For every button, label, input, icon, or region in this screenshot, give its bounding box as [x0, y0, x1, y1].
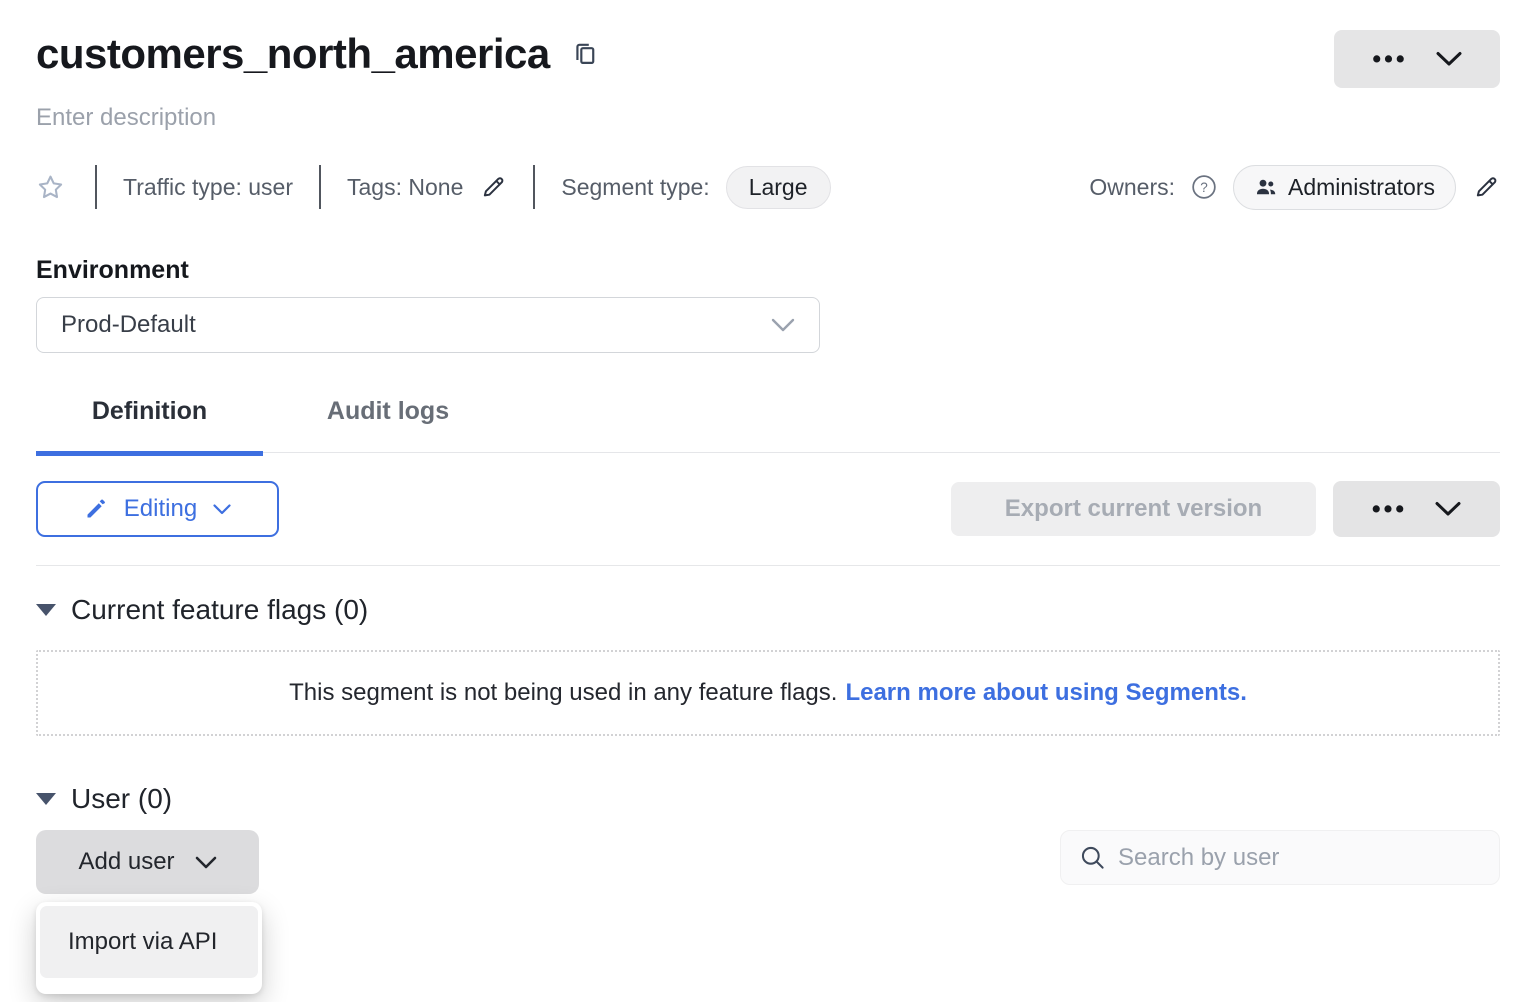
user-section-toggle[interactable]: User (0) — [36, 783, 1500, 815]
header-more-menu-button[interactable]: ••• — [1334, 30, 1500, 88]
export-current-version-button[interactable]: Export current version — [951, 482, 1316, 536]
tab-definition[interactable]: Definition — [36, 397, 263, 453]
pencil-icon — [1472, 173, 1500, 201]
add-user-dropdown-button[interactable]: Add user — [36, 830, 259, 894]
chevron-down-icon — [1435, 501, 1461, 517]
divider — [533, 165, 535, 209]
feature-flags-section-toggle[interactable]: Current feature flags (0) — [36, 594, 1500, 626]
divider — [36, 565, 1500, 566]
pencil-icon — [479, 173, 507, 201]
chevron-down-icon — [195, 856, 217, 869]
svg-text:?: ? — [1200, 180, 1208, 195]
tags-label: Tags: None — [347, 174, 463, 201]
environment-select[interactable]: Prod-Default — [36, 297, 820, 353]
page-title: customers_north_america — [36, 30, 550, 78]
owners-badge[interactable]: Administrators — [1233, 165, 1456, 210]
star-icon — [36, 173, 65, 202]
tab-bar: Definition Audit logs — [36, 397, 1500, 453]
search-icon — [1079, 844, 1106, 871]
edit-owners-button[interactable] — [1472, 173, 1500, 201]
owners-help-button[interactable]: ? — [1191, 174, 1217, 200]
caret-down-icon — [36, 793, 56, 805]
learn-more-link[interactable]: Learn more about using Segments. — [845, 679, 1246, 707]
description-field[interactable]: Enter description — [36, 104, 1500, 132]
pencil-icon — [84, 497, 108, 521]
editing-label: Editing — [124, 495, 197, 523]
caret-down-icon — [36, 604, 56, 616]
definition-more-menu-button[interactable]: ••• — [1333, 481, 1500, 537]
ellipsis-icon: ••• — [1372, 47, 1407, 72]
people-icon — [1254, 175, 1278, 199]
owners-value: Administrators — [1288, 174, 1435, 201]
editing-status-dropdown[interactable]: Editing — [36, 481, 279, 537]
owners-label: Owners: — [1089, 174, 1175, 201]
menu-item-import-via-api[interactable]: Import via API — [40, 906, 258, 978]
environment-label: Environment — [36, 256, 1500, 285]
chevron-down-icon — [771, 318, 795, 333]
add-user-dropdown-menu: Import via API — [36, 902, 262, 994]
copy-icon — [572, 39, 598, 69]
header: customers_north_america ••• — [36, 0, 1500, 88]
add-user-label: Add user — [78, 848, 174, 876]
favorite-star-button[interactable] — [36, 173, 65, 202]
traffic-type-label: Traffic type: user — [123, 174, 293, 201]
divider — [319, 165, 321, 209]
ellipsis-icon: ••• — [1372, 497, 1407, 522]
divider — [95, 165, 97, 209]
chevron-down-icon — [1436, 51, 1462, 67]
feature-flags-section-title: Current feature flags (0) — [71, 594, 368, 626]
environment-selected-value: Prod-Default — [61, 311, 196, 339]
definition-toolbar: Editing Export current version ••• — [36, 481, 1500, 537]
copy-name-button[interactable] — [572, 39, 598, 69]
user-section-controls: Add user Import via API — [36, 830, 1500, 894]
user-section-title: User (0) — [71, 783, 172, 815]
segment-type-label: Segment type: — [561, 174, 709, 201]
user-search-box — [1060, 830, 1500, 885]
meta-row: Traffic type: user Tags: None Segment ty… — [36, 164, 1500, 210]
empty-state-message: This segment is not being used in any fe… — [289, 679, 837, 707]
edit-tags-button[interactable] — [479, 173, 507, 201]
tab-audit-logs[interactable]: Audit logs — [263, 397, 513, 453]
help-icon: ? — [1191, 174, 1217, 200]
chevron-down-icon — [213, 504, 231, 515]
search-by-user-input[interactable] — [1118, 844, 1481, 872]
segment-type-badge: Large — [726, 166, 831, 209]
segment-detail-page: customers_north_america ••• Enter descri… — [0, 0, 1536, 1002]
feature-flags-empty-state: This segment is not being used in any fe… — [36, 650, 1500, 736]
